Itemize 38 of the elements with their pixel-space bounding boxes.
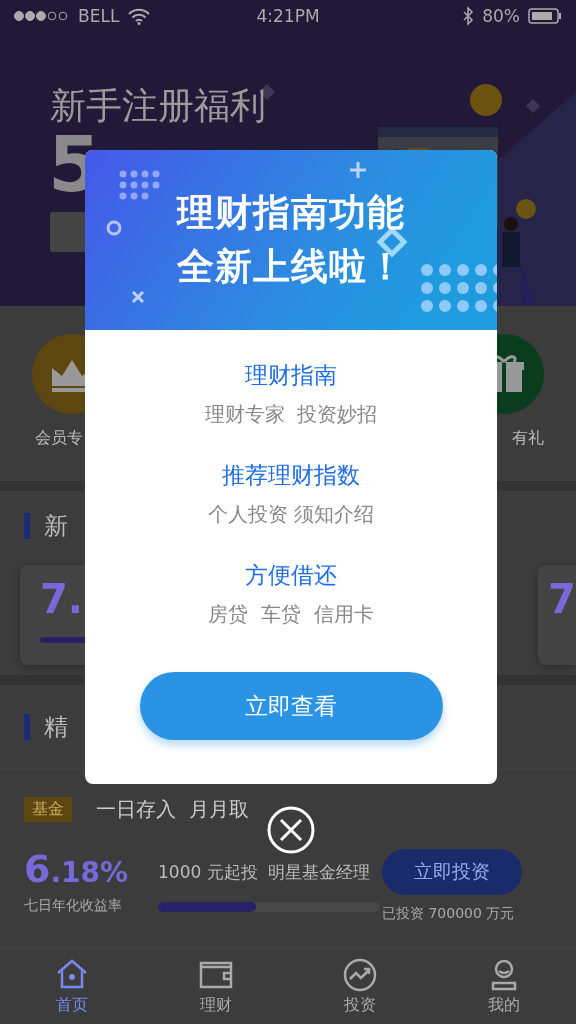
wifi-icon [127, 7, 152, 25]
tab-item[interactable]: 投资 [288, 948, 432, 1024]
feature-subtitle: 个人投资 须知介绍 [207, 501, 375, 528]
battery-icon [528, 7, 562, 25]
tab-item[interactable]: 理财 [144, 948, 288, 1024]
dialog-title: 全新上线啦！ [177, 245, 405, 290]
section-title: 精 [44, 712, 68, 743]
rate-value: 7. [40, 576, 84, 622]
carrier-name: BELL [78, 6, 120, 26]
rate-label: 七日年化收益率 [24, 896, 123, 915]
close-icon[interactable] [267, 806, 315, 854]
fund-tag: 基金 [24, 797, 72, 822]
section-marker [24, 513, 30, 539]
feature-title[interactable]: 理财指南 [245, 360, 337, 391]
shortcut-label[interactable]: 会员专 [35, 428, 83, 449]
section-marker [24, 714, 30, 740]
tab-item[interactable]: 首页 [0, 948, 144, 1024]
feature-subtitle: 房贷 车贷 信用卡 [208, 601, 374, 628]
fund-terms: 1000 元起投 明星基金经理 [158, 861, 372, 884]
shortcut-label[interactable]: 有礼 [512, 428, 544, 449]
fund-rate: 6.18% [24, 849, 129, 891]
banner-title: 新手注册福利 [50, 84, 266, 128]
invested-amount: 已投资 700000 万元 [382, 905, 516, 923]
feature-title[interactable]: 方便借还 [245, 560, 337, 591]
section-title: 新 [44, 511, 68, 542]
battery-percent: 80% [482, 6, 520, 26]
rate-value: 7 [548, 576, 576, 622]
feature-subtitle: 理财专家 投资妙招 [204, 401, 378, 428]
signal-icon [14, 11, 70, 21]
dialog-title: 理财指南功能 [177, 190, 405, 235]
bluetooth-icon [462, 6, 475, 26]
feature-title[interactable]: 推荐理财指数 [222, 460, 360, 491]
tab-item[interactable]: 我的 [432, 948, 576, 1024]
trend-chart-icon [342, 956, 378, 993]
view-now-button[interactable]: 立即查看 [139, 672, 443, 740]
clock-time: 4:21PM [256, 6, 320, 26]
fund-title: 一日存入 月月取 [96, 796, 249, 823]
invest-button[interactable]: 立即投资 [382, 849, 522, 895]
